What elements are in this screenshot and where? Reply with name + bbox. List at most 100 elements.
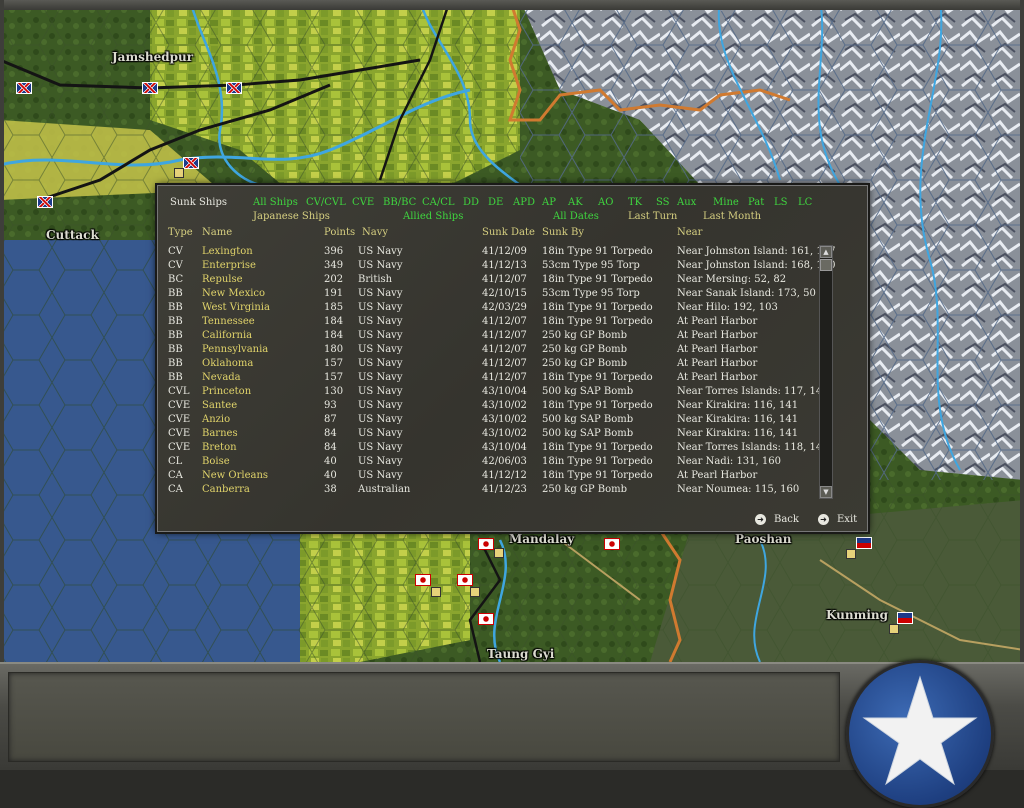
filter-cv-cvl[interactable]: CV/CVL: [306, 197, 346, 208]
table-row[interactable]: CVE Barnes 84 US Navy 43/10/02 500 kg SAP Bom…: [158, 428, 818, 442]
table-row[interactable]: BB West Virginia 185 US Navy 42/03/29 18in Ty…: [158, 302, 818, 316]
japanese-flag-icon[interactable]: [478, 538, 494, 550]
list-scrollbar[interactable]: ▲ ▼: [819, 245, 833, 499]
chinese-flag-icon[interactable]: [897, 612, 913, 624]
table-row[interactable]: BC Repulse 202 British 41/12/07 18in Type 91 …: [158, 274, 818, 288]
ship-name-cell[interactable]: Oklahoma: [202, 358, 253, 369]
table-row[interactable]: CVL Princeton 130 US Navy 43/10/04 500 kg SAP…: [158, 386, 829, 400]
table-row[interactable]: BB Tennessee 184 US Navy 41/12/07 18in Type 9…: [158, 316, 818, 330]
table-row[interactable]: CA New Orleans 40 US Navy 41/12/12 18in Type …: [158, 470, 818, 484]
filter-all-dates[interactable]: All Dates: [553, 211, 599, 222]
column-header-type[interactable]: Type: [168, 227, 193, 238]
scroll-thumb[interactable]: [820, 259, 832, 271]
table-row[interactable]: BB California 184 US Navy 41/12/07 250 kg GP …: [158, 330, 818, 344]
table-row[interactable]: CVE Santee 93 US Navy 43/10/02 18in Type 91 T…: [158, 400, 818, 414]
filter-allied-ships[interactable]: Allied Ships: [403, 211, 463, 222]
table-row[interactable]: BB New Mexico 191 US Navy 42/10/15 53cm Type …: [158, 288, 818, 302]
column-header-navy[interactable]: Navy: [362, 227, 388, 238]
ship-name-cell[interactable]: Boise: [202, 456, 230, 467]
japanese-flag-icon[interactable]: [478, 613, 494, 625]
table-row[interactable]: CVE Anzio 87 US Navy 43/10/02 500 kg SAP Bomb…: [158, 414, 818, 428]
column-header-points[interactable]: Points: [324, 227, 355, 238]
ship-name-cell[interactable]: West Virginia: [202, 302, 270, 313]
filter-ao[interactable]: AO: [598, 197, 613, 208]
ship-points-cell: 157: [324, 358, 344, 369]
japanese-flag-icon[interactable]: [415, 574, 431, 586]
filter-de[interactable]: DE: [488, 197, 503, 208]
british-flag-icon[interactable]: [16, 82, 32, 94]
city-label-cuttack[interactable]: Cuttack: [46, 228, 99, 242]
column-header-sunk-by[interactable]: Sunk By: [542, 227, 584, 238]
filter-mine[interactable]: Mine: [713, 197, 739, 208]
ship-name-cell[interactable]: Pennsylvania: [202, 344, 268, 355]
chinese-flag-icon[interactable]: [856, 537, 872, 549]
ship-name-cell[interactable]: Enterprise: [202, 260, 256, 271]
table-row[interactable]: BB Oklahoma 157 US Navy 41/12/07 250 kg GP Bo…: [158, 358, 818, 372]
scroll-down-button[interactable]: ▼: [820, 486, 832, 498]
ship-name-cell[interactable]: Canberra: [202, 484, 250, 495]
ship-name-cell[interactable]: Nevada: [202, 372, 241, 383]
column-header-near[interactable]: Near: [677, 227, 702, 238]
filter-cve[interactable]: CVE: [352, 197, 374, 208]
table-row[interactable]: CV Enterprise 349 US Navy 41/12/13 53cm Type …: [158, 260, 835, 274]
filter-lc[interactable]: LC: [798, 197, 812, 208]
city-label-paoshan[interactable]: Paoshan: [735, 532, 791, 546]
filter-ak[interactable]: AK: [568, 197, 583, 208]
japanese-flag-icon[interactable]: [457, 574, 473, 586]
unit-marker-icon[interactable]: [174, 168, 184, 178]
filter-ss[interactable]: SS: [656, 197, 670, 208]
ship-name-cell[interactable]: Repulse: [202, 274, 243, 285]
filter-last-month[interactable]: Last Month: [703, 211, 761, 222]
filter-all-ships[interactable]: All Ships: [253, 197, 298, 208]
table-row[interactable]: CA Canberra 38 Australian 41/12/23 250 kg GP …: [158, 484, 818, 498]
ship-type-cell: CV: [168, 246, 183, 257]
unit-marker-icon[interactable]: [431, 587, 441, 597]
ship-name-cell[interactable]: Tennessee: [202, 316, 255, 327]
ship-type-cell: CVE: [168, 414, 191, 425]
filter-tk[interactable]: TK: [628, 197, 642, 208]
british-flag-icon[interactable]: [37, 196, 53, 208]
ship-name-cell[interactable]: Lexington: [202, 246, 253, 257]
city-label-jamshedpur[interactable]: Jamshedpur: [112, 50, 193, 64]
filter-apd[interactable]: APD: [513, 197, 535, 208]
unit-marker-icon[interactable]: [494, 548, 504, 558]
unit-marker-icon[interactable]: [470, 587, 480, 597]
ship-name-cell[interactable]: New Mexico: [202, 288, 265, 299]
filter-japanese-ships[interactable]: Japanese Ships: [253, 211, 330, 222]
ship-name-cell[interactable]: New Orleans: [202, 470, 268, 481]
scroll-up-button[interactable]: ▲: [820, 246, 832, 258]
table-row[interactable]: CVE Breton 84 US Navy 43/10/04 18in Type 91 T…: [158, 442, 829, 456]
ship-name-cell[interactable]: California: [202, 330, 252, 341]
table-row[interactable]: BB Pennsylvania 180 US Navy 41/12/07 250 kg G…: [158, 344, 818, 358]
ship-name-cell[interactable]: Santee: [202, 400, 237, 411]
city-label-taung-gyi[interactable]: Taung Gyi: [487, 647, 554, 661]
filter-last-turn[interactable]: Last Turn: [628, 211, 677, 222]
unit-marker-icon[interactable]: [846, 549, 856, 559]
filter-ap[interactable]: AP: [542, 197, 556, 208]
ship-name-cell[interactable]: Princeton: [202, 386, 251, 397]
british-flag-icon[interactable]: [183, 157, 199, 169]
table-row[interactable]: BB Nevada 157 US Navy 41/12/07 18in Type 91 T…: [158, 372, 818, 386]
filter-ls[interactable]: LS: [774, 197, 788, 208]
filter-ca-cl[interactable]: CA/CL: [422, 197, 455, 208]
column-header-name[interactable]: Name: [202, 227, 232, 238]
filter-pat[interactable]: Pat: [748, 197, 764, 208]
allied-star-roundel-icon[interactable]: [846, 660, 994, 808]
back-button[interactable]: ➜ Back: [755, 514, 799, 525]
ship-name-cell[interactable]: Barnes: [202, 428, 238, 439]
filter-bb-bc[interactable]: BB/BC: [383, 197, 416, 208]
filter-dd[interactable]: DD: [463, 197, 479, 208]
filter-aux[interactable]: Aux: [677, 197, 696, 208]
table-row[interactable]: CL Boise 40 US Navy 42/06/03 18in Type 91 Tor…: [158, 456, 818, 470]
city-label-mandalay[interactable]: Mandalay: [509, 532, 574, 546]
british-flag-icon[interactable]: [142, 82, 158, 94]
unit-marker-icon[interactable]: [889, 624, 899, 634]
city-label-kunming[interactable]: Kunming: [826, 608, 888, 622]
column-header-sunk-date[interactable]: Sunk Date: [482, 227, 535, 238]
british-flag-icon[interactable]: [226, 82, 242, 94]
ship-name-cell[interactable]: Breton: [202, 442, 237, 453]
exit-button[interactable]: ➜ Exit: [818, 514, 857, 525]
japanese-flag-icon[interactable]: [604, 538, 620, 550]
table-row[interactable]: CV Lexington 396 US Navy 41/12/09 18in Type 9…: [158, 246, 835, 260]
ship-name-cell[interactable]: Anzio: [202, 414, 230, 425]
